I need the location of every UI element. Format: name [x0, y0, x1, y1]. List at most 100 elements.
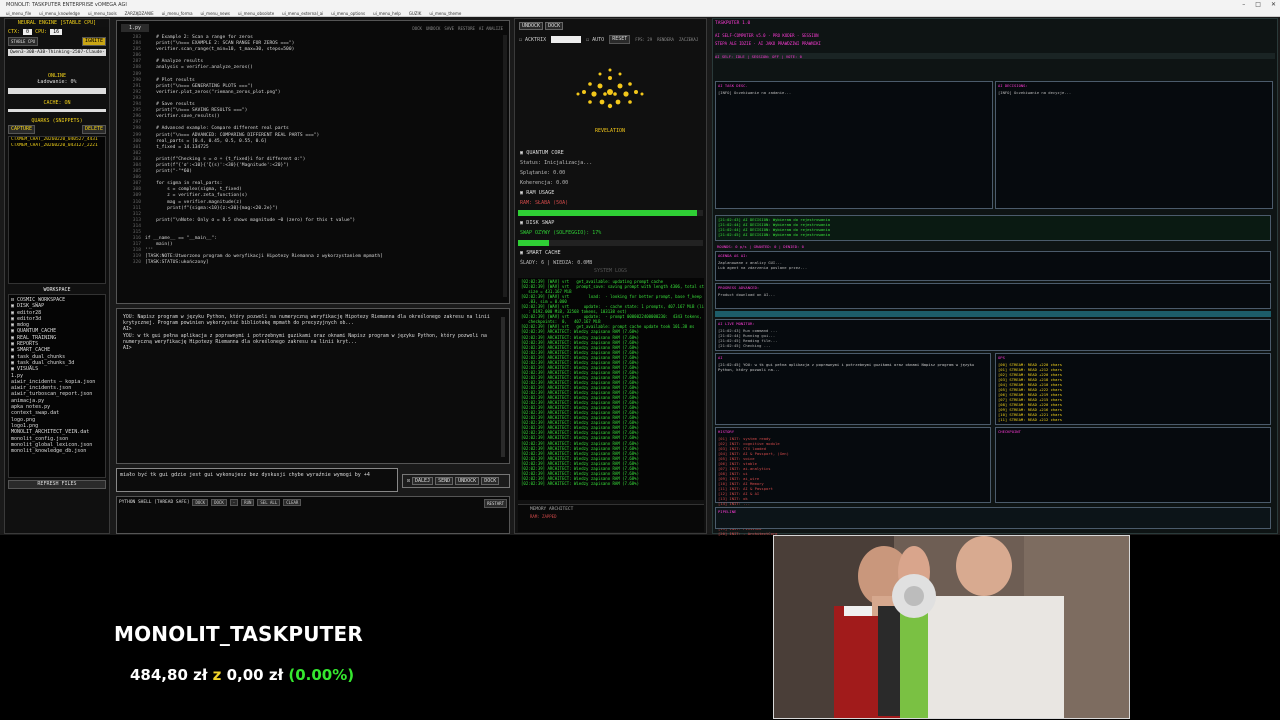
- menu-item[interactable]: ui_menu_obsolote: [238, 10, 274, 16]
- progress-title: PROGRESS ADVANCED:: [718, 285, 760, 290]
- menu-item[interactable]: ZARZĄDZANIE: [125, 10, 154, 16]
- send-bar-button[interactable]: DOCK: [481, 477, 500, 485]
- fps-readout: FPS: 29: [635, 37, 653, 42]
- editor-toolbar-button[interactable]: UNDOCK: [426, 26, 440, 31]
- price-percent: (0.00%): [288, 666, 355, 684]
- progress-separator: [715, 311, 1271, 317]
- menu-item[interactable]: ui_menu_knowledge: [39, 10, 80, 16]
- window-titlebar: MONOLIT: TASKPUTER ENTERPRISE vOMEGA AGI…: [0, 0, 1280, 10]
- checkpoint-box: CHECKPOINT: [995, 427, 1271, 503]
- architect-text: RAM: ZAPPED: [530, 514, 557, 519]
- ram-title-text: RAM USAGE: [526, 190, 555, 196]
- ctx-input[interactable]: 0: [23, 29, 33, 35]
- smart-cache-title: ▣ SMART CACHE: [520, 250, 561, 256]
- auto-checkbox[interactable]: ☐ AUTO: [586, 37, 604, 43]
- rounds-line: ROUNDS: 0 p/s | GRANTED: 0 | DENIED: 0: [717, 244, 804, 249]
- shell-button[interactable]: DOCK: [192, 499, 209, 506]
- ops-title: OPS: [998, 355, 1005, 360]
- ai-chat-title: AI: [718, 355, 723, 360]
- send-bar-button[interactable]: UNDOCK: [455, 477, 480, 485]
- mid-dock-button[interactable]: DOCK: [545, 22, 564, 30]
- shell-button[interactable]: DOCK: [211, 499, 227, 506]
- engine-controls: CTX: 0 CPU: 16: [5, 27, 109, 37]
- menu-item[interactable]: ui_menu_theme: [429, 10, 461, 16]
- cpu-input[interactable]: 16: [50, 29, 63, 35]
- shell-button[interactable]: CLEAR: [283, 499, 302, 506]
- tree-file[interactable]: monolit_knowledge_db.json: [11, 448, 103, 454]
- rendera-label: RENDERA: [657, 37, 674, 42]
- tree-file[interactable]: aiwir_turboscan_report.json: [11, 391, 103, 397]
- chat-input[interactable]: miało być tk gui gdzie jest gui wykonuje…: [116, 468, 398, 492]
- menu-item[interactable]: ui_menu_options: [331, 10, 365, 16]
- send-bar-button[interactable]: DALEJ: [412, 477, 434, 485]
- code-editor: 1.py DOCK UNDOCK SAVE RESTORE AI ANALIZE 283…: [116, 20, 510, 304]
- visual-controls: ☐ ACKTRIX ☐ AUTO RESET FPS: 29 RENDERA Z…: [515, 33, 706, 46]
- chat-output: YOU: Napisz program w języku Python, któ…: [116, 308, 510, 464]
- editor-toolbar-button[interactable]: RESTORE: [458, 26, 475, 31]
- agenda-box: AGENDA AS AI: Zaplanowane z analizy GUI.…: [715, 251, 1271, 281]
- progress-text: Product download on AI...: [718, 292, 776, 297]
- model-spacer: [5, 59, 109, 73]
- quantum-core-title: ▣ QUANTUM CORE: [520, 150, 564, 156]
- menu-item[interactable]: ui_menu_tools: [88, 10, 117, 16]
- reset-button[interactable]: RESET: [609, 35, 631, 44]
- shell-restart-button[interactable]: RESTART: [484, 499, 507, 508]
- left-sidebar: NEURAL ENGINE [STABLE CPU] CTX: 0 CPU: 1…: [4, 18, 110, 534]
- decisions-box: AI DECISIONS: [INFO] Oczekiwanie na decy…: [995, 81, 1273, 209]
- menu-item[interactable]: ui_menu_file: [6, 10, 31, 16]
- tree-file[interactable]: MONOLIT_ARCHITECT_VEIN.dat: [11, 429, 103, 435]
- model-select[interactable]: Qwen3-30B-A3B-Thinking-2507-Claude-: [8, 49, 106, 56]
- decision-log: [21:02:43] AI DECISION: Wybieram do reje…: [715, 215, 1271, 241]
- engine-row: STABLE CPU IGNITE: [5, 37, 109, 46]
- shell-button[interactable]: RUN: [241, 499, 255, 506]
- send-icon[interactable]: ⊡: [407, 478, 410, 484]
- capture-button[interactable]: CAPTURE: [8, 125, 36, 134]
- editor-toolbar-button[interactable]: SAVE: [444, 26, 454, 31]
- delete-button[interactable]: DELETE: [81, 125, 106, 134]
- quark-item[interactable]: CTXMEM_CHAT_20260220_043127_2221: [9, 143, 105, 149]
- mid-dock-button[interactable]: UNDOCK: [519, 22, 544, 30]
- stream-title: MONOLIT_TASKPUTER: [114, 622, 363, 646]
- workspace-title: WORKSPACE: [43, 287, 71, 293]
- ram-bar: [518, 210, 703, 216]
- ai-chat-text: [21:02:45] YOU: w tk gui pełna aplikacja…: [718, 362, 977, 372]
- send-bar: ⊡ DALEJ SEND UNDOCK DOCK: [402, 474, 510, 488]
- revelation-orb: REVELATION: [576, 68, 644, 134]
- maximize-icon[interactable]: □: [1255, 0, 1261, 10]
- shell-button[interactable]: -: [229, 499, 239, 506]
- mid-metrics: ▣ QUANTUM CORE Status: Inicjalizacja... …: [514, 148, 707, 274]
- menu-item[interactable]: ui_menu_news: [201, 10, 230, 16]
- editor-scrollbar[interactable]: [503, 35, 507, 297]
- editor-toolbar-button[interactable]: DOCK: [412, 26, 422, 31]
- progress-box: PROGRESS ADVANCED: Product download on A…: [715, 283, 1271, 309]
- menu-item[interactable]: ui_menu_help: [373, 10, 401, 16]
- webcam-feed: [773, 535, 1130, 719]
- window-title: MONOLIT: TASKPUTER ENTERPRISE vOMEGA AGI: [6, 2, 127, 8]
- mode-dropdown[interactable]: STABLE CPU: [8, 37, 39, 46]
- editor-toolbar-button[interactable]: AI ANALIZE: [479, 26, 503, 31]
- menu-item[interactable]: ui_menu_external_ai: [282, 10, 323, 16]
- acktrix-input[interactable]: [551, 36, 582, 43]
- menu-item[interactable]: GUZIK: [409, 10, 422, 16]
- shell-button[interactable]: SEL ALL: [257, 499, 281, 506]
- decisions-title: AI DECISIONS:: [998, 83, 1028, 88]
- ignite-button[interactable]: IGNITE: [81, 37, 106, 46]
- swap-title: ▣ DISK SWAP: [520, 220, 555, 226]
- koherencja-value: Koherencja: 0.00: [520, 180, 569, 186]
- chat-scrollbar[interactable]: [501, 317, 505, 457]
- right-line2: STEPA ALE IDZIE · AI JAKO PRAWDZIWI PRAW…: [715, 41, 821, 46]
- close-icon[interactable]: ✕: [1271, 0, 1276, 10]
- loading-bar: [8, 88, 106, 94]
- acktrix-checkbox[interactable]: ☐ ACKTRIX: [519, 37, 546, 43]
- system-logs-title: SYSTEM LOGS: [593, 268, 628, 274]
- swap-bar: [518, 240, 703, 246]
- minimize-icon[interactable]: –: [1242, 0, 1245, 10]
- system-log[interactable]: [02:02:39] [WAV] vrt get_available: upda…: [518, 278, 704, 500]
- acktrix-label: ACKTRIX: [525, 36, 547, 43]
- refresh-files-button[interactable]: REFRESH FILES: [8, 480, 106, 489]
- right-line1: AI SELF-COMPUTER v5.0 · PRO KODER · SESS…: [715, 33, 819, 38]
- menu-item[interactable]: ui_menu_forma: [162, 10, 193, 16]
- tab-1py[interactable]: 1.py: [121, 24, 150, 32]
- code-content[interactable]: # Example 2: Scan a range for zeros prin…: [145, 35, 505, 267]
- send-bar-button[interactable]: SEND: [435, 477, 454, 485]
